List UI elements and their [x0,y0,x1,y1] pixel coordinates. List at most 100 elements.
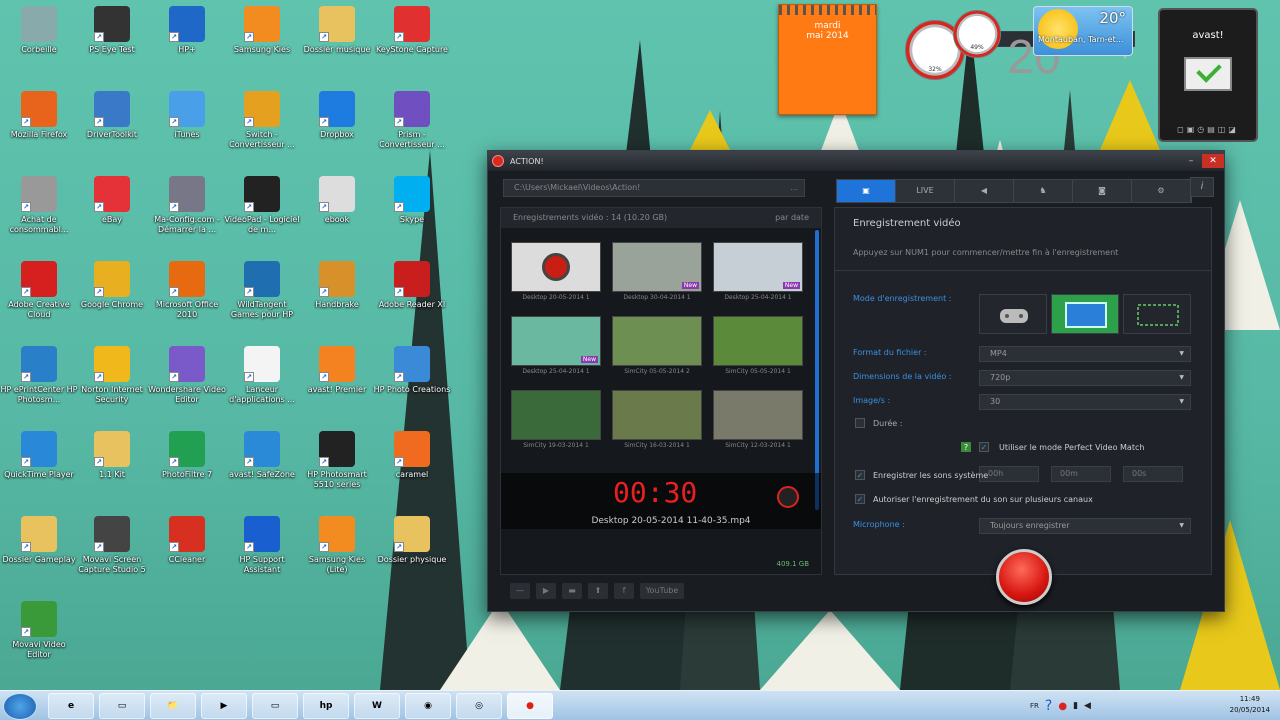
convert-button[interactable]: ▬ [562,583,582,599]
desktop-icon[interactable]: ↗ Mozilla Firefox [0,91,78,140]
desktop-icon[interactable]: ↗ caramel [373,431,451,480]
window-button[interactable]: ▭ [252,693,298,719]
weather-gadget[interactable]: 20° Montauban, Tarn-et... [1033,6,1133,56]
desktop-icon[interactable]: ↗ avast! SafeZone [223,431,301,480]
title-bar[interactable]: ACTION! – ✕ [488,151,1224,171]
pvm-checkbox[interactable]: ✓ [979,442,989,452]
delete-button[interactable]: — [510,583,530,599]
desktop-icon[interactable]: ↗ Handbrake [298,261,376,310]
desktop-icon[interactable]: ↗ Norton Internet Security [73,346,151,405]
mode-desktop-button[interactable] [1051,294,1119,334]
facebook-button[interactable]: f [614,583,634,599]
help-tray-icon[interactable]: ? [1045,698,1052,714]
desktop-icon[interactable]: ↗ Skype [373,176,451,225]
desktop-icon[interactable]: ↗ Microsoft Office 2010 [148,261,226,320]
help-icon[interactable]: ? [961,442,971,452]
desktop-icon[interactable]: ↗ avast! Premier [298,346,376,395]
desktop-icon[interactable]: ↗ PhotoFiltre 7 [148,431,226,480]
hp-button[interactable]: hp [303,693,349,719]
sort-dropdown[interactable]: par date [775,208,809,228]
desktop-icon[interactable]: ↗ Samsung Kies [223,6,301,55]
clock[interactable]: 11:49 20/05/2014 [1230,694,1270,716]
network-icon[interactable]: ▮ [1073,701,1078,711]
record-button[interactable] [996,549,1052,605]
desktop-icon[interactable]: ↗ iTunes [148,91,226,140]
desktop-icon[interactable]: ↗ PS Eye Test [73,6,151,55]
recording-thumbnail[interactable]: New [511,316,601,366]
desktop-icon[interactable]: Corbeille [0,6,78,55]
desktop-icon[interactable]: ↗ Adobe Creative Cloud [0,261,78,320]
media-player-button[interactable]: ▶ [201,693,247,719]
tab-audio[interactable]: ◀ [955,180,1014,202]
close-button[interactable]: ✕ [1202,154,1224,168]
desktop-icon[interactable]: ↗ Ma-Config.com - Démarrer la ... [148,176,226,235]
memory-gauge[interactable]: 49% [953,10,1001,58]
desktop-icon[interactable]: ↗ HP+ [148,6,226,55]
desktop-icon[interactable]: ↗ eBay [73,176,151,225]
volume-icon[interactable]: ◀ [1084,701,1091,711]
play-button[interactable]: ▶ [536,583,556,599]
desktop-icon[interactable]: ↗ Wondershare Video Editor [148,346,226,405]
browse-button[interactable]: ... [790,180,798,196]
desktop-icon[interactable]: ↗ Dossier musique [298,6,376,55]
desktop-icon[interactable]: ↗ Dossier Gameplay [0,516,78,565]
desktop-icon[interactable]: ↗ DriverToolkit [73,91,151,140]
desktop-icon[interactable]: ↗ Movavi Screen Capture Studio 5 [73,516,151,575]
recording-thumbnail[interactable] [713,316,803,366]
start-button[interactable] [3,693,37,720]
ie-button[interactable]: e [48,693,94,719]
desktop-icon[interactable]: ↗ CCleaner [148,516,226,565]
desktop-icon[interactable]: ↗ Adobe Reader XI [373,261,451,310]
avast-toolbar[interactable]: ◻▣◷▤◫◪ [1160,125,1256,134]
tab-video-recording[interactable]: ▣ [837,180,896,202]
mode-region-button[interactable] [1123,294,1191,334]
system-sound-checkbox[interactable]: ✓ [855,470,865,480]
chrome-button[interactable]: ◉ [405,693,451,719]
desktop-icon[interactable]: ↗ HP Photosmart 5510 series [298,431,376,490]
youtube-button[interactable]: YouTube [640,583,684,599]
microphone-dropdown[interactable]: Toujours enregistrer [979,518,1191,534]
desktop-icon[interactable]: ↗ HP ePrintCenter HP Photosm... [0,346,78,405]
mode-game-button[interactable] [979,294,1047,334]
language-indicator[interactable]: FR [1030,702,1039,710]
desktop-icon[interactable]: ↗ KeyStone Capture [373,6,451,55]
desktop-icon[interactable]: ↗ HP Support Assistant [223,516,301,575]
recording-thumbnail[interactable]: New [713,242,803,292]
desktop-icon[interactable]: ↗ Movavi Video Editor [0,601,78,660]
desktop-icon[interactable]: ↗ Switch - Convertisseur ... [223,91,301,150]
desktop-icon[interactable]: ↗ VideoPad - Logiciel de m... [223,176,301,235]
duration-minutes[interactable]: 00m [1051,466,1111,482]
desktop-icon[interactable]: ↗ WildTangent Games pour HP [223,261,301,320]
format-dropdown[interactable]: MP4 [979,346,1191,362]
action-capture-button[interactable]: ▭ [99,693,145,719]
gallery-scrollbar[interactable] [815,230,819,510]
explorer-button[interactable]: 📁 [150,693,196,719]
recording-thumbnail[interactable]: New [612,242,702,292]
desktop-icon[interactable]: ↗ Dossier physique [373,516,451,565]
desktop-icon[interactable]: ↗ HP Photo Creations [373,346,451,395]
duration-checkbox[interactable] [855,418,865,428]
tab-settings[interactable]: ⚙ [1132,180,1191,202]
desktop-icon[interactable]: ↗ Achat de consommabl... [0,176,78,235]
recording-thumbnail[interactable] [612,316,702,366]
multichannel-checkbox[interactable]: ✓ [855,494,865,504]
desktop-icon[interactable]: ↗ 1.1 Kit [73,431,151,480]
upload-button[interactable]: ⬆ [588,583,608,599]
desktop-icon[interactable]: ↗ Dropbox [298,91,376,140]
desktop-icon[interactable]: ↗ Samsung Kies (Lite) [298,516,376,575]
recording-thumbnail[interactable] [511,242,601,292]
recorder-button[interactable]: ◎ [456,693,502,719]
dimensions-dropdown[interactable]: 720p [979,370,1191,386]
calendar-gadget[interactable]: mardi 20 mai 2014 [778,4,1135,115]
desktop-icon[interactable]: ↗ Google Chrome [73,261,151,310]
minimize-button[interactable]: – [1180,154,1202,168]
recording-thumbnail[interactable] [713,390,803,440]
avast-gadget[interactable]: avast! ◻▣◷▤◫◪ [1158,8,1258,142]
action-button[interactable]: ● [507,693,553,719]
record-tray-icon[interactable]: ● [1058,701,1067,712]
path-field[interactable]: C:\Users\Mickael\Videos\Action! ... [503,179,805,197]
recording-thumbnail[interactable] [511,390,601,440]
desktop-icon[interactable]: ↗ QuickTime Player [0,431,78,480]
tab-screenshot[interactable]: ◙ [1073,180,1132,202]
desktop-icon[interactable]: ↗ ebook [298,176,376,225]
